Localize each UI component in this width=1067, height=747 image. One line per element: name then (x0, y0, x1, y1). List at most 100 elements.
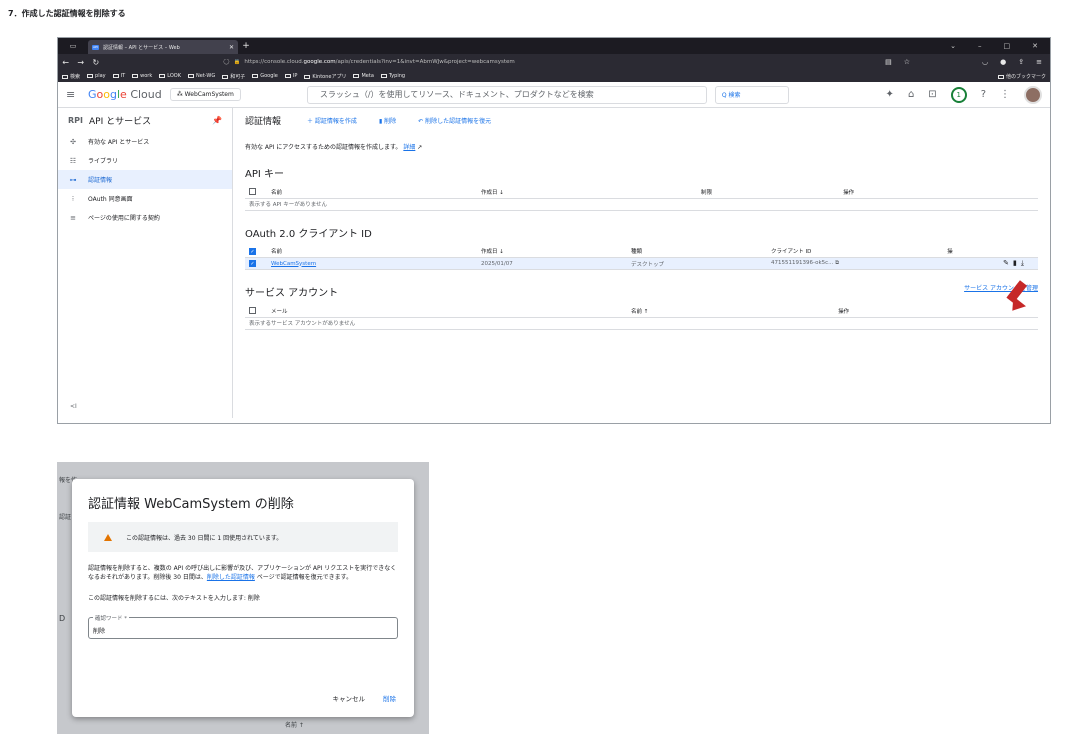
gemini-icon[interactable]: ✦ (886, 89, 894, 100)
cloud-shell-icon[interactable]: ⊡ (928, 89, 936, 100)
col-name[interactable]: 名前 (267, 186, 477, 199)
api-logo-icon: RPI (68, 115, 83, 125)
folder-icon (222, 74, 229, 79)
reader-view-icon[interactable]: ▤ (885, 58, 892, 66)
google-cloud-logo[interactable]: Google Cloud (88, 88, 162, 101)
nav-menu-icon[interactable]: ≡ (66, 88, 80, 101)
create-credentials-button[interactable]: ＋ 認証情報を作成 (307, 116, 357, 125)
edit-icon[interactable]: ✎ (1003, 259, 1013, 267)
tab-close-icon[interactable]: ✕ (229, 44, 234, 51)
bookmark-item[interactable]: IT (112, 73, 125, 79)
confirm-word-field[interactable]: 確認ワード * 削除 (88, 614, 398, 639)
bookmark-item[interactable]: Typing (380, 73, 405, 79)
warning-text: この認証情報は、過去 30 日間に 1 回使用されています。 (126, 534, 283, 542)
select-all-checkbox[interactable] (249, 307, 256, 315)
col-type[interactable]: 種類 (627, 245, 767, 258)
deleted-credentials-link[interactable]: 削除した認証情報 (207, 574, 255, 581)
folder-icon (112, 74, 119, 78)
copy-icon[interactable]: ⧉ (835, 260, 839, 266)
row-checkbox[interactable]: ✓ (249, 260, 256, 267)
sidebar-item-oauth-consent[interactable]: ⁝ OAuth 同意画面 (58, 189, 232, 208)
reload-icon[interactable]: ↻ (88, 58, 103, 67)
col-name[interactable]: 名前 (267, 245, 477, 258)
bookmark-item[interactable]: 検索 (62, 73, 80, 80)
col-created[interactable]: 作成日 ↓ (477, 186, 697, 199)
tab-overflow-icon[interactable]: ⌄ (950, 42, 956, 50)
shield-icon: ◯ (223, 59, 230, 65)
col-created[interactable]: 作成日 ↓ (477, 245, 627, 258)
confirm-delete-button[interactable]: 削除 (383, 693, 396, 703)
select-all-checkbox[interactable]: ✓ (249, 247, 256, 255)
col-actions: 操 (943, 245, 1038, 258)
more-icon[interactable]: ⋮ (1000, 89, 1010, 100)
browser-tab[interactable]: API 認証情報 – API とサービス – Web ✕ (88, 40, 238, 54)
col-name[interactable]: 名前 ↑ (627, 305, 835, 318)
col-email[interactable]: メール (267, 305, 627, 318)
background-fragment: 認証 (59, 514, 72, 521)
search-button[interactable]: Q 検索 (714, 85, 789, 104)
extension-icon[interactable]: ● (1000, 58, 1006, 66)
main-content: 認証情報 ＋ 認証情報を作成 ▮ 削除 ↶ 削除した認証情報を復元 有効な AP… (233, 108, 1050, 418)
client-name-link[interactable]: WebCamSystem (271, 261, 316, 267)
delete-button[interactable]: ▮ 削除 (379, 116, 396, 125)
bookmark-item[interactable]: Google (252, 73, 278, 79)
minimize-icon[interactable]: – (978, 42, 982, 50)
select-all-checkbox[interactable] (249, 188, 256, 196)
step-heading: 7．作成した認証情報を削除する (8, 9, 126, 18)
folder-icon (159, 74, 166, 78)
delete-icon[interactable]: ▮ (1013, 259, 1021, 267)
folder-icon (284, 74, 291, 78)
search-input[interactable]: スラッシュ（/）を使用してリソース、ドキュメント、プロダクトなどを検索 (306, 85, 707, 104)
col-client-id: クライアント ID (767, 245, 944, 258)
bookmark-item[interactable]: Kintoneアプリ (304, 73, 346, 80)
browser-window: ▭ API 認証情報 – API とサービス – Web ✕ + ⌄ – □ ✕… (57, 37, 1051, 424)
help-icon[interactable]: ? (981, 89, 986, 100)
avatar[interactable] (1024, 85, 1042, 104)
menu-icon[interactable]: ≡ (1036, 58, 1042, 66)
folder-icon (353, 74, 360, 78)
col-restrictions: 制限 (697, 186, 840, 199)
bookmark-item[interactable]: LOOK (159, 73, 181, 79)
tab-list-icon[interactable]: ▭ (58, 42, 88, 50)
share-icon[interactable]: ⇪ (1018, 58, 1024, 66)
project-picker[interactable]: ⁂ WebCamSystem (169, 88, 241, 101)
browser-tab-bar: ▭ API 認証情報 – API とサービス – Web ✕ + ⌄ – □ ✕ (58, 38, 1050, 54)
back-icon[interactable]: ← (58, 58, 73, 67)
folder-icon (304, 74, 311, 79)
sidebar-item-library[interactable]: ☷ ライブラリ (58, 151, 232, 170)
dialog-title: 認証情報 WebCamSystem の削除 (88, 497, 294, 512)
bookmark-star-icon[interactable]: ☆ (904, 58, 910, 66)
details-link[interactable]: 詳細 (403, 144, 415, 151)
table-row[interactable]: ✓ WebCamSystem 2025/01/07 デスクトップ 4715511… (245, 257, 1038, 270)
sidebar-title: API とサービス (89, 116, 152, 127)
sidebar-item-page-usage[interactable]: ≡ ページの使用に関する契約 (58, 208, 232, 227)
bookmark-item[interactable]: play (87, 73, 106, 79)
url-text: https://console.cloud.google.com/apis/cr… (244, 59, 515, 65)
collapse-sidebar-icon[interactable]: <I (70, 403, 77, 410)
bookmark-item[interactable]: Meta (353, 73, 374, 79)
forward-icon[interactable]: → (73, 58, 88, 67)
sidebar-item-credentials[interactable]: ⊶ 認証情報 (58, 170, 232, 189)
bookmark-item[interactable]: work (132, 73, 152, 79)
pin-icon[interactable]: 📌 (212, 116, 222, 125)
cancel-button[interactable]: キャンセル (333, 693, 366, 703)
bookmark-item[interactable]: 和可子 (222, 73, 245, 80)
bookmark-other[interactable]: 他のブックマーク (997, 73, 1046, 80)
background-fragment: D (59, 614, 66, 623)
pocket-icon[interactable]: ◡ (982, 58, 988, 66)
key-icon: ⊶ (69, 175, 77, 184)
bookmark-item[interactable]: Net-WG (188, 73, 215, 79)
notification-badge[interactable]: 1 (950, 86, 967, 103)
bookmark-item[interactable]: IP (284, 73, 297, 79)
sidebar: RPI API とサービス 📌 ✣ 有効な API とサービス ☷ ライブラリ ⊶ 認… (58, 108, 233, 418)
restore-button[interactable]: ↶ 削除した認証情報を復元 (418, 116, 491, 125)
sidebar-item-enabled-apis[interactable]: ✣ 有効な API とサービス (58, 132, 232, 151)
gift-icon[interactable]: ⌂ (908, 89, 914, 100)
download-icon[interactable]: ⤓ (1021, 259, 1028, 267)
library-icon: ☷ (69, 156, 77, 165)
new-tab-icon[interactable]: + (238, 41, 254, 51)
window-close-icon[interactable]: ✕ (1032, 42, 1038, 50)
address-bar[interactable]: ◯ 🔒 https://console.cloud.google.com/api… (223, 59, 885, 65)
manage-service-accounts-link[interactable]: サービス アカウントを管理 (964, 283, 1038, 292)
maximize-icon[interactable]: □ (1004, 42, 1011, 50)
